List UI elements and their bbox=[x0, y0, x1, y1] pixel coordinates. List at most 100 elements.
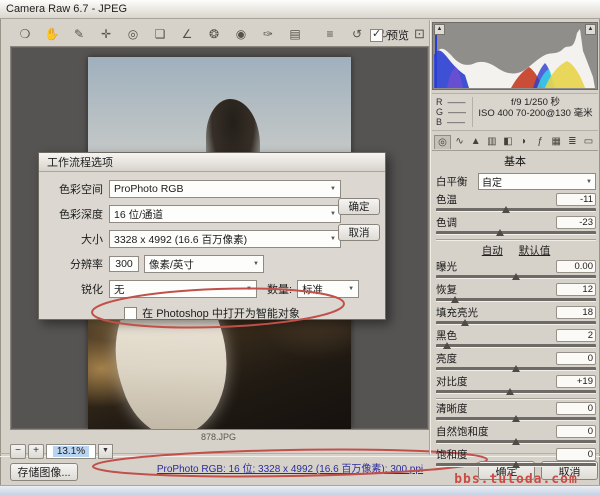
exposure-value-box[interactable]: 0.00 bbox=[556, 259, 596, 273]
adjustment-brush-tool-icon[interactable]: ✑ bbox=[257, 24, 279, 44]
straighten-tool-icon[interactable]: ∠ bbox=[176, 24, 198, 44]
clarity-slider-track[interactable] bbox=[436, 414, 596, 423]
blacks-value-box[interactable]: 2 bbox=[556, 328, 596, 342]
tab-basic-icon[interactable]: ◎ bbox=[434, 135, 451, 149]
window-titlebar: Camera Raw 6.7 - JPEG bbox=[0, 0, 600, 19]
save-image-button[interactable]: 存储图像... bbox=[10, 463, 78, 481]
temperature-value-box[interactable]: -11 bbox=[556, 192, 596, 206]
vibrance-slider-thumb[interactable] bbox=[512, 438, 520, 445]
smart-object-label: 在 Photoshop 中打开为智能对象 bbox=[142, 308, 300, 320]
slider-contrast: 对比度 +19 bbox=[436, 374, 596, 396]
fill-light-value-box[interactable]: 18 bbox=[556, 305, 596, 319]
section-divider bbox=[436, 239, 596, 241]
zoom-level-value: 13.1% bbox=[52, 446, 90, 457]
watermark-text: bbs.tuloda.com bbox=[454, 472, 578, 487]
clarity-slider-thumb[interactable] bbox=[512, 415, 520, 422]
tab-detail-icon[interactable]: ▲ bbox=[468, 135, 483, 148]
dialog-ok-button[interactable]: 确定 bbox=[338, 198, 380, 215]
brightness-slider-track[interactable] bbox=[436, 364, 596, 373]
contrast-value-box[interactable]: +19 bbox=[556, 374, 596, 388]
shadow-clipping-warning[interactable]: ▲ bbox=[434, 24, 445, 35]
color-depth-select[interactable]: 16 位/通道 ▼ bbox=[109, 205, 341, 223]
clarity-value-box[interactable]: 0 bbox=[556, 401, 596, 415]
tab-effects-icon[interactable]: ƒ bbox=[533, 135, 548, 148]
exif-readout: R —— G —— B —— f/9 1/250 秒 ISO 400 70-20… bbox=[432, 93, 598, 131]
targeted-adjustment-tool-icon[interactable]: ◎ bbox=[122, 24, 144, 44]
contrast-slider-thumb[interactable] bbox=[505, 388, 514, 395]
tint-slider-thumb[interactable] bbox=[496, 229, 504, 236]
chevron-down-icon: ▼ bbox=[253, 261, 259, 267]
chevron-down-icon: ▼ bbox=[330, 211, 336, 217]
slider-recovery: 恢复 12 bbox=[436, 282, 596, 304]
color-space-select[interactable]: ProPhoto RGB ▼ bbox=[109, 180, 341, 198]
exposure-slider-thumb[interactable] bbox=[512, 273, 520, 280]
rotate-left-icon[interactable]: ↺ bbox=[346, 24, 368, 44]
vibrance-slider-track[interactable] bbox=[436, 437, 596, 446]
tab-split-toning-icon[interactable]: ◧ bbox=[500, 135, 515, 148]
slider-brightness: 亮度 0 bbox=[436, 351, 596, 373]
tint-slider-track[interactable] bbox=[436, 228, 596, 237]
brightness-value-box[interactable]: 0 bbox=[556, 351, 596, 365]
workflow-options-link[interactable]: ProPhoto RGB: 16 位; 3328 x 4992 (16.6 百万… bbox=[90, 460, 490, 475]
graduated-filter-tool-icon[interactable]: ▤ bbox=[284, 24, 306, 44]
default-link[interactable]: 默认值 bbox=[519, 243, 551, 258]
brightness-slider-thumb[interactable] bbox=[512, 365, 520, 372]
preview-checkbox[interactable] bbox=[370, 27, 383, 42]
vibrance-value-box[interactable]: 0 bbox=[556, 424, 596, 438]
chevron-down-icon: ▼ bbox=[348, 286, 355, 292]
temperature-slider-thumb[interactable] bbox=[502, 206, 511, 213]
white-balance-select[interactable]: 自定 ▼ bbox=[478, 173, 596, 190]
zoom-tool-icon[interactable]: ❍ bbox=[14, 24, 36, 44]
white-balance-tool-icon[interactable]: ✎ bbox=[68, 24, 90, 44]
smart-object-option[interactable]: 在 Photoshop 中打开为智能对象 bbox=[45, 305, 379, 321]
sharpen-select[interactable]: 无 ▼ bbox=[109, 280, 257, 298]
tab-hsl-grayscale-icon[interactable]: ▥ bbox=[484, 135, 499, 148]
auto-link[interactable]: 自动 bbox=[482, 243, 503, 258]
zoom-in-button[interactable]: + bbox=[28, 444, 44, 459]
preview-toggle[interactable]: 预览 bbox=[370, 27, 409, 43]
tab-lens-corrections-icon[interactable]: ◗ bbox=[517, 135, 532, 148]
slider-exposure: 曝光 0.00 bbox=[436, 259, 596, 281]
saturation-slider-track[interactable] bbox=[436, 460, 596, 469]
saturation-slider-thumb[interactable] bbox=[512, 461, 520, 468]
spot-removal-tool-icon[interactable]: ❂ bbox=[203, 24, 225, 44]
dialog-titlebar[interactable]: 工作流程选项 bbox=[39, 153, 385, 172]
tab-tone-curve-icon[interactable]: ∿ bbox=[452, 135, 467, 148]
recovery-slider-track[interactable] bbox=[436, 295, 596, 304]
resolution-input[interactable]: 300 bbox=[109, 256, 139, 272]
color-sampler-tool-icon[interactable]: ✛ bbox=[95, 24, 117, 44]
amount-select[interactable]: 标准 ▼ bbox=[297, 280, 360, 298]
tab-presets-icon[interactable]: ≣ bbox=[565, 135, 580, 148]
workflow-options-dialog: 工作流程选项 色彩空间 ProPhoto RGB ▼ 色彩深度 16 位/通道 ▼ … bbox=[38, 152, 386, 329]
red-eye-tool-icon[interactable]: ◉ bbox=[230, 24, 252, 44]
zoom-level-select[interactable]: 13.1% bbox=[46, 444, 96, 459]
recovery-value-box[interactable]: 12 bbox=[556, 282, 596, 296]
tint-value-box[interactable]: -23 bbox=[556, 215, 596, 229]
fill-light-slider-thumb[interactable] bbox=[460, 319, 469, 326]
saturation-value-box[interactable]: 0 bbox=[556, 447, 596, 461]
blacks-slider-track[interactable] bbox=[436, 341, 596, 350]
temperature-slider-track[interactable] bbox=[436, 205, 596, 214]
dialog-cancel-button[interactable]: 取消 bbox=[338, 224, 380, 241]
resolution-unit-select[interactable]: 像素/英寸 ▼ bbox=[144, 255, 264, 273]
smart-object-checkbox[interactable] bbox=[124, 306, 138, 320]
crop-tool-icon[interactable]: ❏ bbox=[149, 24, 171, 44]
hand-tool-icon[interactable]: ✋ bbox=[41, 24, 63, 44]
tab-camera-calibration-icon[interactable]: ▦ bbox=[549, 135, 564, 148]
contrast-slider-track[interactable] bbox=[436, 387, 596, 396]
size-select[interactable]: 3328 x 4992 (16.6 百万像素) ▼ bbox=[109, 230, 341, 248]
tab-snapshots-icon[interactable]: ▭ bbox=[581, 135, 596, 148]
fill-light-slider-track[interactable] bbox=[436, 318, 596, 327]
blacks-slider-thumb[interactable] bbox=[443, 342, 452, 349]
histogram-plot bbox=[433, 23, 597, 89]
preferences-icon[interactable]: ≡ bbox=[319, 24, 341, 44]
exposure-slider-track[interactable] bbox=[436, 272, 596, 281]
recovery-slider-thumb[interactable] bbox=[451, 296, 460, 303]
amount-label: 数量: bbox=[267, 284, 293, 296]
fullscreen-toggle-icon[interactable]: ⊡ bbox=[414, 26, 425, 42]
zoom-out-button[interactable]: − bbox=[10, 444, 26, 459]
right-panel: ▲ ▲ R —— G —— B —— f/9 1/250 秒 ISO 400 7… bbox=[432, 22, 598, 487]
resolution-label: 分辨率 bbox=[70, 259, 103, 271]
highlight-clipping-warning[interactable]: ▲ bbox=[585, 24, 596, 35]
zoom-level-dropdown-arrow[interactable]: ▼ bbox=[98, 444, 113, 459]
